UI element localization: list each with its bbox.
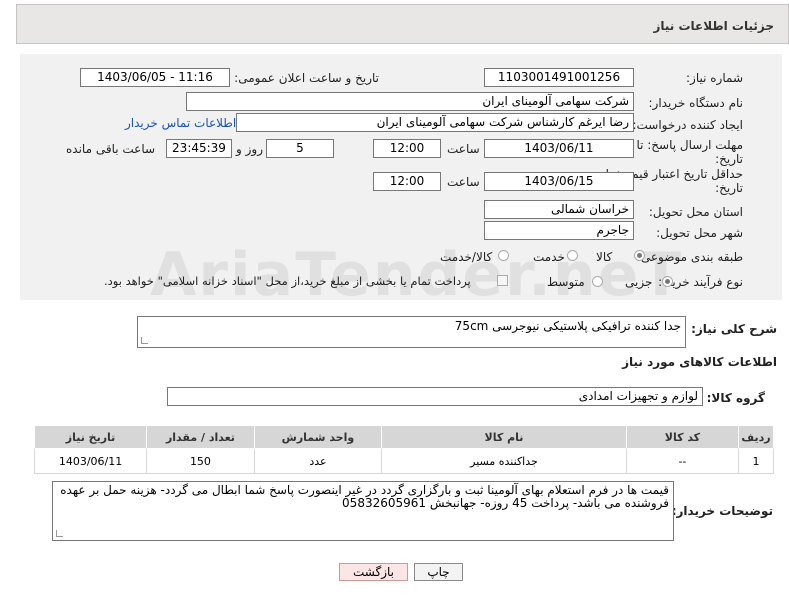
reply-deadline-label: مهلت ارسال پاسخ: تا	[636, 138, 743, 152]
price-validity-label-date: تاریخ:	[715, 181, 743, 195]
cell-code: --	[625, 448, 739, 474]
description-text: جدا کننده ترافیکی پلاستیکی نیوجرسی 75cm	[454, 319, 681, 333]
reply-date-field: 1403/06/11	[484, 139, 634, 158]
cell-qty: 150	[146, 448, 255, 474]
description-label: شرح کلی نیاز:	[691, 322, 777, 336]
description-textarea: جدا کننده ترافیکی پلاستیکی نیوجرسی 75cm	[137, 316, 686, 348]
remaining-time-field: 23:45:39	[166, 139, 232, 158]
cell-row: 1	[737, 448, 775, 474]
category-service-label: خدمت	[533, 250, 565, 264]
col-unit: واحد شمارش	[253, 425, 383, 449]
table-row: 1 -- جداکننده مسیر عدد 150 1403/06/11	[33, 448, 775, 474]
col-row: ردیف	[737, 425, 775, 449]
reply-time-field: 12:00	[373, 139, 441, 158]
goods-table: ردیف کد کالا نام کالا واحد شمارش تعداد /…	[33, 425, 775, 474]
need-number-field: 1103001491001256	[484, 68, 634, 87]
goods-group-field: لوازم و تجهیزات امدادی	[167, 387, 703, 406]
creator-label: ایجاد کننده درخواست:	[632, 118, 743, 132]
province-field: خراسان شمالی	[484, 200, 634, 219]
goods-group-label: گروه کالا:	[706, 391, 765, 405]
days-field: 5	[266, 139, 334, 158]
category-goods-label: کالا	[596, 250, 613, 264]
category-service-radio[interactable]	[567, 250, 578, 261]
creator-field: رضا ایرغم کارشناس شرکت سهامی آلومینای ای…	[236, 113, 634, 132]
category-goods-radio[interactable]	[634, 250, 645, 261]
province-label: استان محل تحویل:	[648, 205, 743, 219]
buyer-contact-link[interactable]: اطلاعات تماس خریدار	[125, 116, 236, 130]
back-button[interactable]: بازگشت	[339, 563, 408, 581]
city-label: شهر محل تحویل:	[656, 226, 743, 240]
resize-handle-icon[interactable]	[141, 337, 148, 344]
page-title: جزئیات اطلاعات نیاز	[653, 19, 774, 33]
category-both-radio[interactable]	[498, 250, 509, 261]
need-number-label: شماره نیاز:	[686, 71, 743, 85]
col-qty: تعداد / مقدار	[146, 425, 255, 449]
treasury-payment-label: پرداخت تمام یا بخشی از مبلغ خرید،از محل …	[104, 274, 471, 288]
reply-time-label: ساعت	[447, 142, 480, 156]
reply-deadline-label-date: تاریخ:	[715, 152, 743, 166]
buyer-notes-text: قیمت ها در فرم استعلام بهای آلومینا ثبت …	[60, 483, 669, 510]
buyer-org-label: نام دستگاه خریدار:	[648, 96, 744, 110]
purchase-minor-radio[interactable]	[662, 276, 673, 287]
col-date: تاریخ نیاز	[33, 425, 148, 449]
purchase-medium-label: متوسط	[547, 275, 585, 289]
buyer-notes-label: توضیحات خریدار:	[671, 504, 773, 518]
buyer-notes-textarea: قیمت ها در فرم استعلام بهای آلومینا ثبت …	[52, 481, 674, 541]
cell-unit: عدد	[253, 448, 383, 474]
announce-label: تاریخ و ساعت اعلان عمومی:	[234, 71, 379, 85]
goods-table-header-row: ردیف کد کالا نام کالا واحد شمارش تعداد /…	[33, 425, 775, 449]
purchase-minor-label: جزیی	[625, 275, 653, 289]
resize-handle-icon[interactable]	[56, 530, 63, 537]
purchase-medium-radio[interactable]	[592, 276, 603, 287]
cell-name: جداکننده مسیر	[381, 448, 627, 474]
col-name: نام کالا	[381, 425, 627, 449]
price-validity-date-field: 1403/06/15	[484, 172, 634, 191]
days-label: روز و	[236, 142, 263, 156]
treasury-payment-checkbox[interactable]	[497, 275, 508, 286]
cell-date: 1403/06/11	[33, 448, 148, 474]
category-label: طبقه بندی موضوعی:	[636, 250, 743, 264]
price-validity-time-label: ساعت	[447, 175, 480, 189]
page-header: جزئیات اطلاعات نیاز	[16, 4, 789, 44]
goods-info-title: اطلاعات کالاهای مورد نیاز	[622, 355, 777, 369]
announce-field: 1403/06/05 - 11:16	[80, 68, 230, 87]
remaining-label: ساعت باقی مانده	[66, 142, 156, 156]
buyer-org-field: شرکت سهامی آلومینای ایران	[186, 92, 634, 111]
print-button[interactable]: چاپ	[414, 563, 463, 581]
category-both-label: کالا/خدمت	[440, 250, 493, 264]
price-validity-time-field: 12:00	[373, 172, 441, 191]
city-field: جاجرم	[484, 221, 634, 240]
col-code: کد کالا	[625, 425, 739, 449]
